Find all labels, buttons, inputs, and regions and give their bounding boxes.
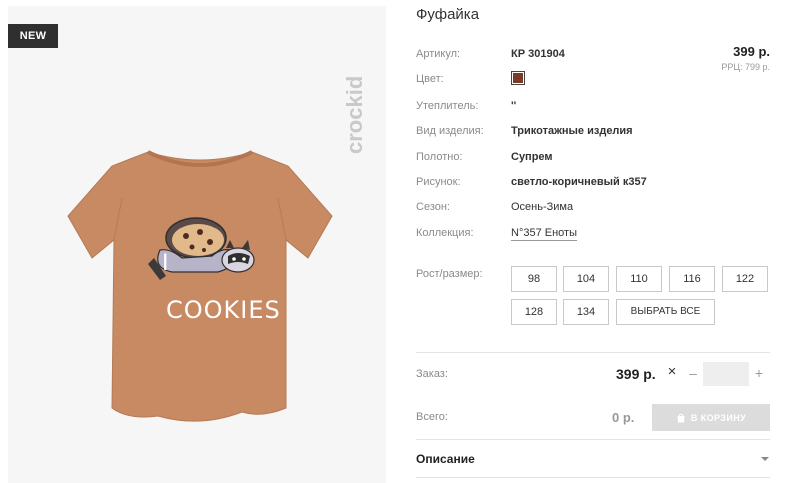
size-selector: 98 104 110 116 122 128 134 ВЫБРАТЬ ВСЕ [511,266,770,326]
size-option-122[interactable]: 122 [722,266,768,292]
attr-label: Цвет: [416,73,444,85]
print-text-cookies: COOKIES [166,296,281,324]
total-value: 0 р. [612,410,635,425]
print-text-i: I [162,251,169,276]
attr-value-insulation: '' [511,100,517,112]
size-label: Рост/размер: [416,268,483,280]
product-gallery[interactable]: NEW crockid I COOKIES [8,6,386,483]
order-label: Заказ: [416,368,448,380]
new-badge: NEW [8,24,58,48]
order-price: 399 р. [616,366,656,382]
add-to-cart-label: В КОРЗИНУ [690,412,747,423]
attr-value-article: КР 301904 [511,48,565,60]
multiply-icon: × [667,363,677,380]
color-swatch[interactable] [511,71,525,85]
attr-row-collection: Коллекция: N°357 Еноты [416,227,770,245]
attr-label: Артикул: [416,48,461,60]
attr-label: Рисунок: [416,176,461,188]
size-option-116[interactable]: 116 [669,266,715,292]
brand-logo-text: crockid [342,76,367,154]
attr-row-type: Вид изделия: Трикотажные изделия [416,125,770,143]
quantity-increase-button[interactable]: + [752,366,766,382]
attr-row-article: Артикул: КР 301904 [416,48,770,66]
attr-row-pattern: Рисунок: светло-коричневый к357 [416,176,770,194]
size-option-134[interactable]: 134 [563,299,609,325]
quantity-input[interactable] [703,362,749,386]
select-all-sizes-button[interactable]: ВЫБРАТЬ ВСЕ [616,299,715,325]
shopping-bag-icon [677,413,685,422]
quantity-decrease-button[interactable]: – [686,366,700,382]
description-title: Описание [416,452,475,466]
description-accordion[interactable]: Описание [416,441,770,477]
attr-row-season: Сезон: Осень-Зима [416,201,770,219]
attr-label: Коллекция: [416,227,474,239]
size-option-110[interactable]: 110 [616,266,662,292]
attr-row-fabric: Полотно: Супрем [416,151,770,169]
attr-row-insulation: Утеплитель: '' [416,100,770,118]
size-option-104[interactable]: 104 [563,266,609,292]
attr-label: Вид изделия: [416,125,484,137]
tshirt-shape [67,151,333,422]
collection-link[interactable]: N°357 Еноты [511,227,577,241]
attr-row-color: Цвет: [416,71,770,91]
attr-label: Полотно: [416,151,463,163]
divider [416,352,770,353]
attr-value-season: Осень-Зима [511,201,574,213]
attr-label: Сезон: [416,201,450,213]
attr-value-fabric: Супрем [511,151,553,163]
chevron-down-icon [761,457,769,461]
divider [416,477,770,478]
divider [416,439,770,440]
attr-value-type: Трикотажные изделия [511,125,633,137]
product-image[interactable]: I COOKIES [62,146,338,428]
brand-logo: crockid [342,76,367,154]
attr-value-pattern: светло-коричневый к357 [511,176,647,188]
size-option-98[interactable]: 98 [511,266,557,292]
product-title: Фуфайка [416,6,480,23]
size-option-128[interactable]: 128 [511,299,557,325]
product-details: Фуфайка 399 р. РРЦ: 799 р. Артикул: КР 3… [416,0,770,483]
attr-label: Утеплитель: [416,100,479,112]
add-to-cart-button[interactable]: В КОРЗИНУ [652,404,770,431]
total-label: Всего: [416,411,448,423]
